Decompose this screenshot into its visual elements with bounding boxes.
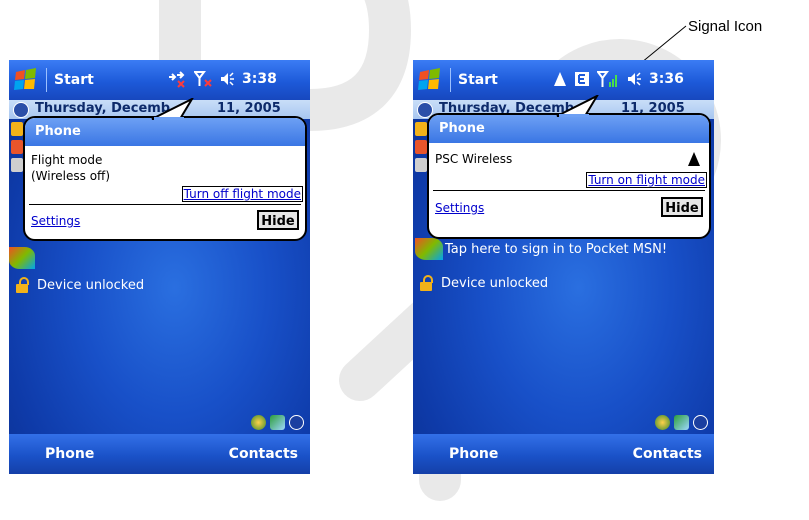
activesync-icon[interactable]	[674, 415, 689, 430]
clock-time[interactable]: 3:38	[242, 71, 277, 87]
start-menu[interactable]: Start	[54, 72, 94, 88]
system-tray	[251, 415, 304, 430]
connectivity-off-icon[interactable]	[167, 70, 187, 88]
wireless-off-label: (Wireless off)	[31, 169, 110, 183]
windows-tray-icon[interactable]	[251, 415, 266, 430]
network-name-label: PSC Wireless	[435, 152, 513, 166]
appointment-icon	[11, 122, 23, 136]
bubble-tail-right	[556, 95, 599, 117]
status-icons: 3:38	[167, 70, 277, 88]
inbox-icon	[415, 140, 427, 154]
phone-notification-bubble: Phone PSC Wireless Turn on flight mode S…	[427, 113, 711, 239]
device-unlocked-label: Device unlocked	[441, 275, 549, 291]
bubble-header: Phone	[429, 115, 709, 143]
bubble-title: Phone	[439, 121, 485, 136]
signal-icon[interactable]	[597, 70, 619, 88]
clock-time[interactable]: 3:36	[649, 71, 684, 87]
divider	[433, 190, 705, 191]
device-unlocked-row[interactable]: Device unlocked	[419, 275, 548, 291]
activesync-icon[interactable]	[270, 415, 285, 430]
signal-off-icon[interactable]	[194, 70, 212, 88]
volume-icon[interactable]	[219, 71, 235, 87]
bubble-tail-left	[151, 98, 194, 120]
tasks-icon	[11, 158, 23, 172]
divider	[29, 204, 301, 205]
start-menu[interactable]: Start	[458, 72, 498, 88]
clock-icon	[13, 102, 29, 118]
lock-icon	[15, 277, 29, 293]
bubble-title: Phone	[35, 124, 81, 139]
softkey-phone[interactable]: Phone	[449, 446, 498, 462]
softkey-contacts[interactable]: Contacts	[633, 446, 702, 462]
title-bar: Start 3:38	[9, 60, 310, 100]
softkey-contacts[interactable]: Contacts	[229, 446, 298, 462]
device-unlocked-row[interactable]: Device unlocked	[15, 277, 144, 293]
turn-on-flight-mode-link[interactable]: Turn on flight mode	[586, 172, 707, 188]
softkey-phone[interactable]: Phone	[45, 446, 94, 462]
softkey-bar: Phone Contacts	[9, 434, 310, 474]
system-tray	[655, 415, 708, 430]
network-icon[interactable]	[553, 71, 567, 87]
bluetooth-icon[interactable]	[693, 415, 708, 430]
phone-notification-bubble: Phone Flight mode (Wireless off) Turn of…	[23, 116, 307, 241]
hide-button[interactable]: Hide	[257, 210, 299, 230]
bluetooth-icon[interactable]	[289, 415, 304, 430]
bubble-header: Phone	[25, 118, 305, 146]
tasks-icon	[415, 158, 427, 172]
pocket-msn-label: Tap here to sign in to Pocket MSN!	[445, 241, 668, 257]
pocket-msn-row[interactable]: Tap here to sign in to Pocket MSN!	[415, 238, 667, 260]
softkey-bar: Phone Contacts	[413, 434, 714, 474]
volume-icon[interactable]	[626, 71, 642, 87]
separator	[46, 68, 47, 92]
hide-button[interactable]: Hide	[661, 197, 703, 217]
status-icons: 3:36	[553, 70, 684, 88]
inbox-icon	[11, 140, 23, 154]
settings-link[interactable]: Settings	[31, 214, 80, 228]
lock-icon	[419, 275, 433, 291]
title-bar: Start 3:36	[413, 60, 714, 100]
signal-strength-icon	[688, 152, 700, 166]
windows-logo-icon[interactable]	[417, 67, 443, 93]
windows-logo-icon[interactable]	[13, 67, 39, 93]
separator	[450, 68, 451, 92]
appointment-icon	[415, 122, 427, 136]
settings-link[interactable]: Settings	[435, 201, 484, 215]
turn-off-flight-mode-link[interactable]: Turn off flight mode	[181, 186, 303, 202]
msn-icon	[415, 238, 443, 260]
device-unlocked-label: Device unlocked	[37, 277, 145, 293]
edge-data-icon[interactable]	[574, 71, 590, 87]
windows-tray-icon[interactable]	[655, 415, 670, 430]
date-text-tail: 11, 2005	[217, 101, 281, 116]
msn-icon	[9, 247, 35, 269]
signal-icon-callout: Signal Icon	[688, 18, 763, 35]
flight-mode-label: Flight mode	[31, 153, 103, 167]
